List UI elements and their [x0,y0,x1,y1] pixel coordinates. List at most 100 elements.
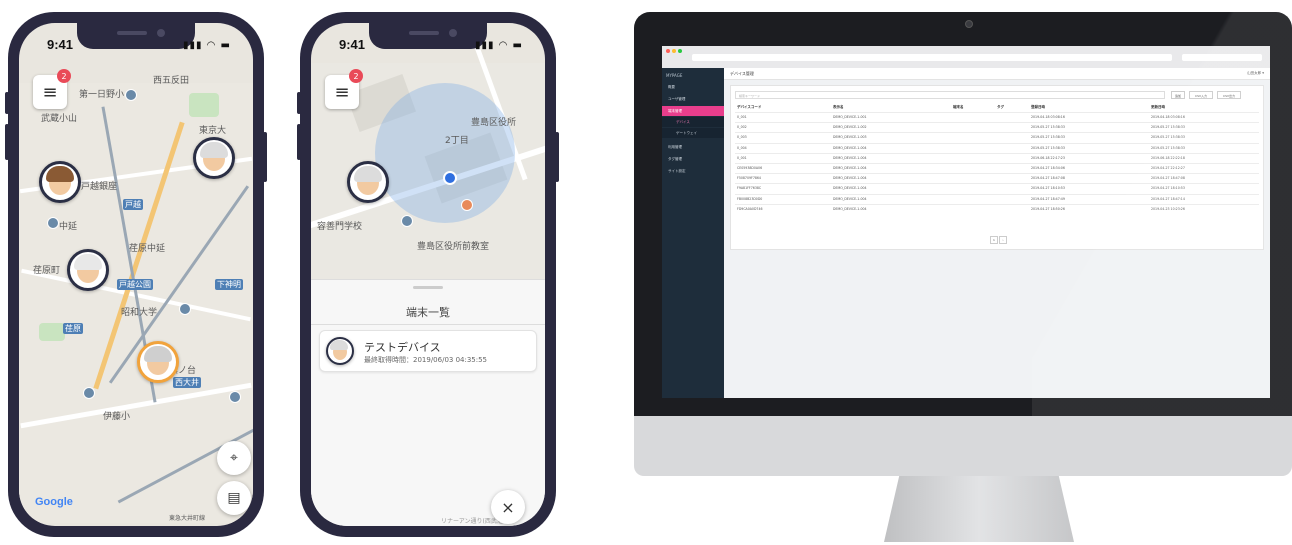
close-sheet-button[interactable]: × [491,490,525,524]
station-label: 西大井 [173,377,201,388]
status-bar: 9:41 ▮▮▮ ◠ ▬ [19,37,253,57]
map-label: 荏原中延 [129,244,166,254]
table-cell: FB008B23D0D0 [737,196,763,201]
current-location-button[interactable]: ⌖ [217,441,251,475]
map-poi-icon [125,89,137,101]
menu-button[interactable]: ≡ 2 [325,69,363,109]
current-location-dot [443,171,457,185]
table-cell: F9A81FF7638C [737,186,762,191]
table-cell: F508709F7864 [737,176,761,181]
hamburger-menu-icon: ≡ [42,81,58,103]
map-label: 2丁目 [445,136,469,146]
nav-overview[interactable]: 概要 [662,82,724,92]
signal-wifi-battery-icon: ▮▮▮ ◠ ▬ [182,40,231,51]
nav-tags[interactable]: タグ管理 [662,154,724,164]
map-label: 昭和大学 [121,308,158,318]
nav-usage[interactable]: 利用管理 [662,142,724,152]
nav-users[interactable]: ユーザ管理 [662,94,724,104]
phone-side-button [263,132,267,182]
status-bar: 9:41 ▮▮▮ ◠ ▬ [311,37,545,57]
table-cell: 0_002 [737,125,747,130]
device-avatar [326,337,354,365]
table-cell: CE05938D0A06 [737,166,763,170]
table-cell: DEMO_DEVICE-1-004 [833,145,867,150]
person-avatar-elderly-man[interactable] [347,161,389,203]
table-cell: DEMO_DEVICE-1-003 [833,135,867,140]
table-cell: DEMO_DEVICE-1-004 [833,155,867,160]
signal-wifi-battery-icon: ▮▮▮ ◠ ▬ [474,40,523,51]
table-cell: DEMO_DEVICE-1-001 [833,115,867,119]
table-cell: DEMO_DEVICE-1-004 [833,186,867,191]
station-label: 下神明 [215,279,243,290]
webcam [965,20,973,28]
map-label: 豊島区役所前教室 [417,242,490,252]
phone-side-button [555,132,559,182]
map-label: 伊藤小 [103,412,131,422]
map-label: 東京大 [199,126,227,136]
map-screen[interactable]: 9:41 ▮▮▮ ◠ ▬ 西五反田 第一日野小 武蔵小山 東京大 戸越銀座 戸越… [19,23,253,526]
table-cell: DEMO_DEVICE-1-004 [833,166,867,170]
device-list-sheet: 端末一覧 テストデバイス 最終取得時間：2019/06/03 04:35:55 … [311,279,545,526]
person-avatar-woman[interactable] [39,161,81,203]
brand-logo: MYPAGE [666,73,683,78]
device-list-button[interactable]: ▤ [217,481,251,515]
person-avatar-elderly-man[interactable] [193,137,235,179]
table-cell: 0_004 [737,145,747,150]
phone-side-button [297,124,301,160]
nav-device-sub[interactable]: デバイス [662,117,724,127]
column-header[interactable]: デバイスコード [737,105,761,110]
device-last-updated: 最終取得時間：2019/06/03 04:35:55 [364,356,488,364]
accuracy-radius-circle [375,83,515,223]
map-label: 戸越銀座 [81,182,118,192]
station-label: 戸越 [123,199,143,210]
station-label: 荏原 [63,323,83,334]
device-list-item[interactable]: テストデバイス 最終取得時間：2019/06/03 04:35:55 [319,330,537,372]
device-name: テストデバイス [364,341,441,354]
phone-device-list-view: 9:41 ▮▮▮ ◠ ▬ 豊島区役所 2丁目 容善門学校 豊島区役所前教室 ≡ … [297,12,559,537]
person-avatar-elderly-woman-selected[interactable] [137,341,179,383]
sheet-drag-handle[interactable] [413,286,443,289]
map-label: 豊島区役所 [471,118,517,128]
monitor-bezel: MYPAGE 概要 ユーザ管理 端末管理 デバイス ゲートウェイ 利用管理 タグ… [634,12,1292,416]
pagination-next[interactable]: › [999,236,1007,244]
column-header[interactable]: 表示名 [833,105,844,110]
admin-sidebar: MYPAGE 概要 ユーザ管理 端末管理 デバイス ゲートウェイ 利用管理 タグ… [662,68,724,398]
map-poi-icon [47,217,59,229]
column-header[interactable]: 端末名 [953,105,964,110]
phone-map-view: 9:41 ▮▮▮ ◠ ▬ 西五反田 第一日野小 武蔵小山 東京大 戸越銀座 戸越… [5,12,267,537]
table-cell: DEMO_DEVICE-1-004 [833,176,867,181]
nav-devices[interactable]: 端末管理 [662,106,724,116]
window-minimize-dot[interactable] [672,49,676,53]
table-cell: 0_001 [737,115,747,119]
nav-site-settings[interactable]: サイト設定 [662,166,724,176]
map-poi-icon [461,199,473,211]
phone-side-button [5,124,9,160]
table-cell: FD9CA0A0D746 [737,206,763,211]
divider [311,324,545,325]
screen-reflection [1032,12,1292,416]
person-avatar-elderly-man[interactable] [67,249,109,291]
park-area [189,93,219,117]
notification-badge: 2 [57,69,71,83]
google-logo: Google [35,496,73,508]
nav-gateway-sub[interactable]: ゲートウェイ [662,128,724,138]
window-maximize-dot[interactable] [678,49,682,53]
map-label: 荏原町 [33,266,61,276]
notification-badge: 2 [349,69,363,83]
menu-button[interactable]: ≡ 2 [33,69,71,109]
map-label: 東急大井町線 [169,515,206,522]
map-label: 中延 [59,222,78,232]
window-close-dot[interactable] [666,49,670,53]
map-label: 西五反田 [153,76,190,86]
pagination-page-1[interactable]: 1 [990,236,998,244]
page-title: デバイス管理 [730,71,754,76]
column-header[interactable]: タグ [997,105,1004,110]
map-label: 容善門学校 [317,222,363,232]
table-cell: 0_003 [737,135,747,140]
map-label: 武蔵小山 [41,114,78,124]
table-cell: DEMO_DEVICE-1-004 [833,196,867,201]
hamburger-menu-icon: ≡ [334,81,350,103]
device-list-screen[interactable]: 9:41 ▮▮▮ ◠ ▬ 豊島区役所 2丁目 容善門学校 豊島区役所前教室 ≡ … [311,23,545,526]
table-cell: DEMO_DEVICE-1-002 [833,125,867,130]
close-icon: × [501,497,515,517]
